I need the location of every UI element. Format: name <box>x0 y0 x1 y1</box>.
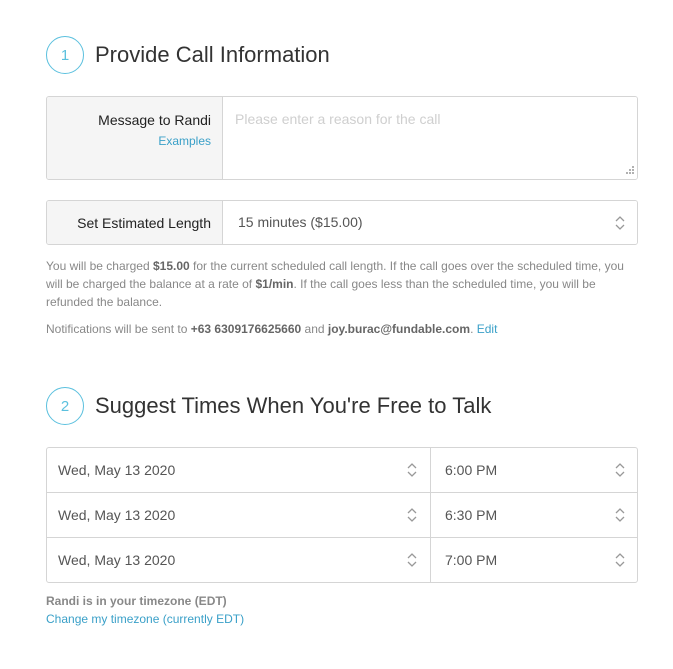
updown-arrows-icon <box>407 462 417 478</box>
notifications-text: Notifications will be sent to +63 630917… <box>46 322 498 336</box>
updown-arrows-icon <box>615 552 625 568</box>
charge-info-text: You will be charged $15.00 for the curre… <box>46 259 624 309</box>
notification-phone: +63 6309176625660 <box>190 322 302 336</box>
section-title: Suggest Times When You're Free to Talk <box>95 393 492 418</box>
change-timezone-link[interactable]: Change my timezone (currently EDT) <box>46 612 244 626</box>
time-select-value: 6:30 PM <box>445 507 498 523</box>
time-select[interactable]: 6:00 PM <box>431 448 637 492</box>
date-select-value: Wed, May 13 2020 <box>58 507 176 523</box>
length-label: Set Estimated Length <box>47 201 223 244</box>
date-select[interactable]: Wed, May 13 2020 <box>47 448 431 492</box>
length-select-value: 15 minutes ($15.00) <box>238 214 363 230</box>
edit-notifications-link[interactable]: Edit <box>477 322 498 336</box>
updown-arrows-icon <box>615 462 625 478</box>
overage-rate: $1/min <box>255 277 294 291</box>
message-label: Message to Randi <box>98 112 211 128</box>
length-field-group: Set Estimated Length 15 minutes ($15.00) <box>46 200 638 245</box>
time-select-value: 7:00 PM <box>445 552 498 568</box>
length-select[interactable]: 15 minutes ($15.00) <box>223 201 637 244</box>
message-field-group: Message to Randi Examples <box>46 96 638 180</box>
updown-arrows-icon <box>615 215 625 231</box>
updown-arrows-icon <box>615 507 625 523</box>
step-1-header: 1 Provide Call Information <box>46 36 330 74</box>
date-select-value: Wed, May 13 2020 <box>58 552 176 568</box>
message-textarea[interactable] <box>223 97 637 179</box>
date-select[interactable]: Wed, May 13 2020 <box>47 493 431 537</box>
resize-grip-icon[interactable] <box>624 166 634 176</box>
date-select-value: Wed, May 13 2020 <box>58 462 176 478</box>
timezone-note: Randi is in your timezone (EDT) <box>46 594 227 608</box>
step-number-badge: 1 <box>46 36 84 74</box>
time-row: Wed, May 13 2020 6:00 PM <box>47 448 637 493</box>
updown-arrows-icon <box>407 552 417 568</box>
charge-amount: $15.00 <box>152 259 190 273</box>
date-select[interactable]: Wed, May 13 2020 <box>47 538 431 582</box>
time-select[interactable]: 7:00 PM <box>431 538 637 582</box>
time-row: Wed, May 13 2020 7:00 PM <box>47 538 637 582</box>
message-label-column: Message to Randi Examples <box>47 97 223 179</box>
suggested-times-group: Wed, May 13 2020 6:00 PM Wed, May 13 202… <box>46 447 638 583</box>
examples-link[interactable]: Examples <box>47 134 211 148</box>
notification-email: joy.burac@fundable.com <box>327 322 471 336</box>
updown-arrows-icon <box>407 507 417 523</box>
step-number-badge: 2 <box>46 387 84 425</box>
time-select[interactable]: 6:30 PM <box>431 493 637 537</box>
time-row: Wed, May 13 2020 6:30 PM <box>47 493 637 538</box>
time-select-value: 6:00 PM <box>445 462 498 478</box>
section-title: Provide Call Information <box>95 42 330 67</box>
step-2-header: 2 Suggest Times When You're Free to Talk <box>46 387 491 425</box>
